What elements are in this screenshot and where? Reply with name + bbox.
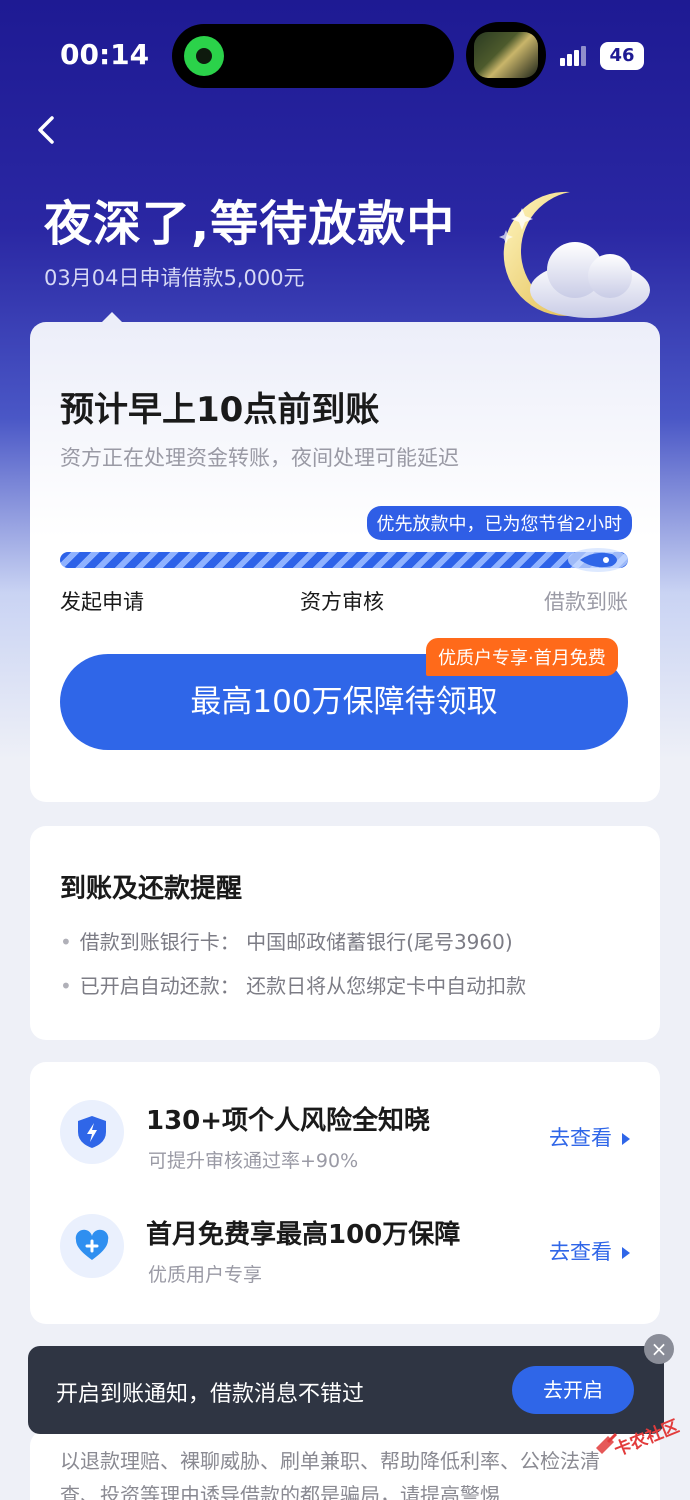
status-bar: 00:14 46 xyxy=(0,0,690,110)
fraud-notice: 以退款理赔、裸聊威胁、刷单兼职、帮助降低利率、公检法清查、投资等理由诱导借款的都… xyxy=(30,1430,660,1500)
back-icon[interactable] xyxy=(30,112,66,148)
caret-right-icon xyxy=(622,1133,630,1145)
view-link[interactable]: 去查看 xyxy=(549,1122,630,1152)
loan-status-card: 预计早上10点前到账 资方正在处理资金转账，夜间处理可能延迟 优先放款中，已为您… xyxy=(30,312,660,802)
signal-icon xyxy=(560,46,588,66)
caret-right-icon xyxy=(622,1247,630,1259)
arrival-estimate: 预计早上10点前到账 xyxy=(60,390,380,430)
step-apply: 发起申请 xyxy=(60,590,144,614)
service-row-risk[interactable]: 130+项个人风险全知晓 可提升审核通过率+90% 去查看 xyxy=(30,1090,660,1190)
service-subtitle: 可提升审核通过率+90% xyxy=(148,1150,359,1172)
service-row-protection[interactable]: 首月免费享最高100万保障 优质用户专享 去查看 xyxy=(30,1204,660,1304)
close-icon[interactable]: × xyxy=(644,1334,674,1364)
reminder-item: • 借款到账银行卡： 中国邮政储蓄银行(尾号3960) xyxy=(60,930,513,954)
island-media[interactable] xyxy=(466,22,546,88)
rocket-icon xyxy=(568,548,628,572)
battery-icon: 46 xyxy=(600,42,644,70)
page-subtitle: 03月04日申请借款5,000元 xyxy=(44,266,305,290)
watermark-logo: 卡农社区 xyxy=(596,1416,682,1461)
reminder-title: 到账及还款提醒 xyxy=(60,874,243,904)
dynamic-island[interactable] xyxy=(172,24,454,88)
service-subtitle: 优质用户专享 xyxy=(148,1264,263,1286)
page-title: 夜深了,等待放款中 xyxy=(44,196,456,252)
island-app-icon xyxy=(184,36,224,76)
toast-message: 开启到账通知，借款消息不错过 xyxy=(56,1382,365,1407)
notification-toast: 开启到账通知，借款消息不错过 去开启 xyxy=(28,1346,664,1434)
priority-badge: 优先放款中，已为您节省2小时 xyxy=(366,506,632,540)
step-review: 资方审核 xyxy=(300,590,384,614)
service-title: 首月免费享最高100万保障 xyxy=(146,1220,461,1250)
processing-note: 资方正在处理资金转账，夜间处理可能延迟 xyxy=(60,446,459,470)
moon-cloud-icon xyxy=(499,191,650,318)
reminder-item: • 已开启自动还款： 还款日将从您绑定卡中自动扣款 xyxy=(60,974,527,998)
status-time: 00:14 xyxy=(60,38,150,71)
shield-bolt-icon xyxy=(60,1100,124,1164)
service-title: 130+项个人风险全知晓 xyxy=(146,1106,431,1136)
reminder-card: 到账及还款提醒 • 借款到账银行卡： 中国邮政储蓄银行(尾号3960) • 已开启自… xyxy=(30,826,660,1040)
heart-plus-icon xyxy=(60,1214,124,1278)
progress-bar xyxy=(60,552,628,568)
svg-text:卡农社区: 卡农社区 xyxy=(611,1416,682,1461)
enable-notification-button[interactable]: 去开启 xyxy=(512,1366,634,1414)
services-card: 130+项个人风险全知晓 可提升审核通过率+90% 去查看 首月免费享最高100… xyxy=(30,1062,660,1324)
cta-promo-tag: 优质户专享·首月免费 xyxy=(426,638,618,676)
view-link[interactable]: 去查看 xyxy=(549,1236,630,1266)
step-arrival: 借款到账 xyxy=(544,590,628,614)
fraud-notice-text: 以退款理赔、裸聊威胁、刷单兼职、帮助降低利率、公检法清查、投资等理由诱导借款的都… xyxy=(60,1449,600,1500)
media-thumbnail xyxy=(474,32,538,78)
